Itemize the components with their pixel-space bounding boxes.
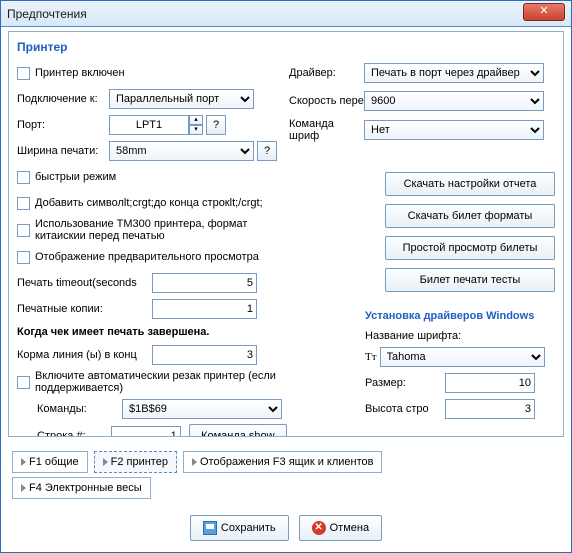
driver-select[interactable]: Печать в порт через драйвер <box>364 63 544 83</box>
tab-drawer[interactable]: Отображения F3 ящик и клиентов <box>183 451 383 473</box>
speed-select[interactable]: 9600 <box>364 91 544 111</box>
tab-printer-label: F2 принтер <box>111 456 168 468</box>
cancel-button[interactable]: ✕ Отмена <box>299 515 382 541</box>
add-symbol-label: Добавить символlt;crgt;до конца строкlt;… <box>35 197 287 209</box>
line-height-input[interactable] <box>445 399 535 419</box>
print-tests-button[interactable]: Билет печати тесты <box>385 268 555 292</box>
tab-general[interactable]: F1 общие <box>12 451 88 473</box>
timeout-label: Печать timeout(seconds <box>17 277 152 289</box>
commands-select[interactable]: $1B$69 <box>122 399 282 419</box>
timeout-input[interactable] <box>152 273 257 293</box>
copies-label: Печатные копии: <box>17 303 152 315</box>
add-symbol-checkbox[interactable] <box>17 197 30 210</box>
printer-enabled-label: Принтер включен <box>35 67 125 79</box>
download-report-button[interactable]: Скачать настройки отчета <box>385 172 555 196</box>
spin-down-icon[interactable]: ▾ <box>189 125 203 135</box>
size-label: Размер: <box>365 377 445 389</box>
fast-mode-checkbox[interactable] <box>17 171 30 184</box>
window-title: Предпочтения <box>7 7 87 21</box>
port-spinner[interactable]: ▴▾ <box>189 115 203 135</box>
copies-input[interactable] <box>152 299 257 319</box>
tab-drawer-label: Отображения F3 ящик и клиентов <box>200 456 374 468</box>
port-label: Порт: <box>17 119 109 131</box>
save-button-label: Сохранить <box>221 522 276 534</box>
port-input[interactable] <box>109 115 189 135</box>
left-column: Принтер включен Подключение к: Параллель… <box>17 62 287 437</box>
show-command-button[interactable]: Команда show <box>189 424 287 437</box>
triangle-icon <box>103 458 108 466</box>
preview-label: Отображение предварительного просмотра <box>35 251 287 263</box>
content-area: Принтер Принтер включен Подключение к: П… <box>6 29 566 547</box>
speed-label: Скорость пере <box>289 95 364 107</box>
line-input[interactable] <box>111 426 181 437</box>
font-cmd-label: Команда шриф <box>289 118 364 142</box>
tm300-checkbox[interactable] <box>17 224 30 237</box>
simple-view-button[interactable]: Простой просмотр билеты <box>385 236 555 260</box>
triangle-icon <box>21 458 26 466</box>
tabs-row2: F4 Электронные весы <box>12 477 157 499</box>
save-button[interactable]: Сохранить <box>190 515 289 541</box>
port-help-button[interactable]: ? <box>206 115 226 135</box>
titlebar: Предпочтения ✕ <box>1 1 571 27</box>
connection-label: Подключение к: <box>17 93 109 105</box>
right-buttons: Скачать настройки отчета Скачать билет ф… <box>385 172 555 292</box>
download-ticket-button[interactable]: Скачать билет форматы <box>385 204 555 228</box>
cancel-icon: ✕ <box>312 521 326 535</box>
preferences-window: Предпочтения ✕ Принтер Принтер включен П… <box>0 0 572 553</box>
width-label: Ширина печати: <box>17 145 109 157</box>
triangle-icon <box>192 458 197 466</box>
tabs-row1: F1 общие F2 принтер Отображения F3 ящик … <box>12 451 388 473</box>
driver-install-title: Установка драйверов Windows <box>365 310 555 322</box>
footer-buttons: Сохранить ✕ Отмена <box>6 515 566 541</box>
font-name-label: Название шрифта: <box>365 330 555 342</box>
tab-general-label: F1 общие <box>29 456 79 468</box>
connection-select[interactable]: Параллельный порт <box>109 89 254 109</box>
font-cmd-select[interactable]: Нет <box>364 120 544 140</box>
commands-label: Команды: <box>37 403 122 415</box>
line-height-label: Высота стро <box>365 403 445 415</box>
right-column: Драйвер: Печать в порт через драйвер Ско… <box>289 62 544 148</box>
tab-scales-label: F4 Электронные весы <box>29 482 142 494</box>
fast-mode-label: быстрыи режим <box>35 171 275 183</box>
save-icon <box>203 521 217 535</box>
feed-input[interactable] <box>152 345 257 365</box>
spin-up-icon[interactable]: ▴ <box>189 115 203 125</box>
printer-panel: Принтер Принтер включен Подключение к: П… <box>8 31 564 437</box>
autocut-label: Включите автоматическии резак принтер (е… <box>35 370 287 394</box>
autocut-checkbox[interactable] <box>17 376 30 389</box>
driver-label: Драйвер: <box>289 67 364 79</box>
after-print-section-title: Когда чек имеет печать завершена. <box>17 326 287 338</box>
size-input[interactable] <box>445 373 535 393</box>
printer-enabled-checkbox[interactable] <box>17 67 30 80</box>
preview-checkbox[interactable] <box>17 251 30 264</box>
feed-label: Корма линия (ы) в конц <box>17 349 152 361</box>
width-select[interactable]: 58mm <box>109 141 254 161</box>
triangle-icon <box>21 484 26 492</box>
tab-printer[interactable]: F2 принтер <box>94 451 177 473</box>
close-button[interactable]: ✕ <box>523 3 565 21</box>
printer-section-title: Принтер <box>17 40 555 54</box>
cancel-button-label: Отмена <box>330 522 369 534</box>
line-label: Строка #: <box>37 430 111 437</box>
tab-scales[interactable]: F4 Электронные весы <box>12 477 151 499</box>
driver-install-section: Установка драйверов Windows Название шри… <box>365 310 555 424</box>
tm300-label: Использование TM300 принтера, формат кит… <box>35 218 287 242</box>
width-help-button[interactable]: ? <box>257 141 277 161</box>
font-name-select[interactable]: Tahoma <box>380 347 545 367</box>
font-icon: Ƭᴛ <box>365 351 377 363</box>
